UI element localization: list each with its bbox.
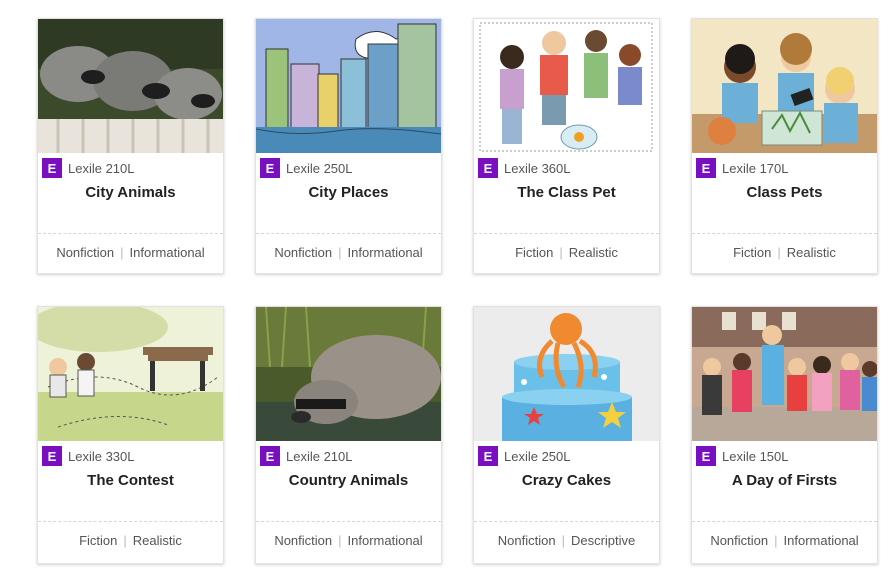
book-tags: Nonfiction | Informational [692, 533, 877, 548]
lexile-level: E Lexile 330L [42, 446, 135, 466]
genre-tag[interactable]: Fiction [733, 245, 771, 260]
genre-tag[interactable]: Nonfiction [56, 245, 114, 260]
genre-tag[interactable]: Nonfiction [498, 533, 556, 548]
genre-tag[interactable]: Fiction [79, 533, 117, 548]
lexile-label: Lexile 330L [68, 448, 135, 464]
book-tags: Nonfiction | Informational [256, 533, 441, 548]
book-tags: Nonfiction | Descriptive [474, 533, 659, 548]
card-divider [256, 233, 441, 234]
book-tags: Fiction | Realistic [38, 533, 223, 548]
book-title[interactable]: Country Animals [256, 472, 441, 489]
book-cover-image[interactable] [692, 19, 877, 153]
level-badge: E [478, 446, 498, 466]
tag-separator: | [123, 533, 127, 548]
type-tag[interactable]: Realistic [569, 245, 618, 260]
genre-tag[interactable]: Fiction [515, 245, 553, 260]
type-tag[interactable]: Realistic [133, 533, 182, 548]
card-divider [692, 521, 877, 522]
book-card[interactable]: E Lexile 360L The Class Pet Fiction | Real… [473, 18, 660, 274]
book-title[interactable]: A Day of Firsts [692, 472, 877, 489]
level-badge: E [696, 446, 716, 466]
book-tags: Fiction | Realistic [474, 245, 659, 260]
card-divider [692, 233, 877, 234]
lexile-level: E Lexile 210L [260, 446, 353, 466]
tag-separator: | [559, 245, 563, 260]
type-tag[interactable]: Informational [348, 533, 423, 548]
book-card[interactable]: E Lexile 330L The Contest Fiction | Realis… [37, 306, 224, 564]
book-cover-image[interactable] [474, 307, 659, 441]
card-divider [474, 521, 659, 522]
tag-separator: | [777, 245, 781, 260]
book-card[interactable]: E Lexile 150L A Day of Firsts Nonfiction… [691, 306, 878, 564]
book-cover-image[interactable] [38, 307, 223, 441]
card-divider [474, 233, 659, 234]
tag-separator: | [338, 533, 342, 548]
lexile-label: Lexile 210L [286, 448, 353, 464]
level-badge: E [260, 446, 280, 466]
lexile-level: E Lexile 210L [42, 158, 135, 178]
book-card[interactable]: E Lexile 250L Crazy Cakes Nonfiction | Des… [473, 306, 660, 564]
book-cover-image[interactable] [474, 19, 659, 153]
book-card[interactable]: E Lexile 250L City Places Nonfiction | Inf… [255, 18, 442, 274]
lexile-level: E Lexile 250L [478, 446, 571, 466]
book-title[interactable]: The Contest [38, 472, 223, 489]
book-title[interactable]: The Class Pet [474, 184, 659, 201]
tag-separator: | [120, 245, 124, 260]
book-title[interactable]: City Places [256, 184, 441, 201]
level-badge: E [42, 446, 62, 466]
card-divider [256, 521, 441, 522]
genre-tag[interactable]: Nonfiction [274, 245, 332, 260]
lexile-level: E Lexile 170L [696, 158, 789, 178]
type-tag[interactable]: Informational [784, 533, 859, 548]
book-cover-image[interactable] [38, 19, 223, 153]
tag-separator: | [561, 533, 565, 548]
book-card[interactable]: E Lexile 210L Country Animals Nonfiction… [255, 306, 442, 564]
level-badge: E [478, 158, 498, 178]
lexile-level: E Lexile 150L [696, 446, 789, 466]
book-tags: Fiction | Realistic [692, 245, 877, 260]
book-title[interactable]: City Animals [38, 184, 223, 201]
genre-tag[interactable]: Nonfiction [274, 533, 332, 548]
book-card[interactable]: E Lexile 210L City Animals Nonfiction | In… [37, 18, 224, 274]
book-card[interactable]: E Lexile 170L Class Pets Fiction | Realist… [691, 18, 878, 274]
level-badge: E [42, 158, 62, 178]
lexile-level: E Lexile 250L [260, 158, 353, 178]
book-title[interactable]: Class Pets [692, 184, 877, 201]
lexile-level: E Lexile 360L [478, 158, 571, 178]
level-badge: E [696, 158, 716, 178]
book-cover-image[interactable] [256, 307, 441, 441]
book-tags: Nonfiction | Informational [38, 245, 223, 260]
book-grid: E Lexile 210L City Animals Nonfiction | In… [37, 18, 879, 576]
type-tag[interactable]: Descriptive [571, 533, 635, 548]
card-divider [38, 233, 223, 234]
book-title[interactable]: Crazy Cakes [474, 472, 659, 489]
book-cover-image[interactable] [692, 307, 877, 441]
lexile-label: Lexile 170L [722, 160, 789, 176]
tag-separator: | [774, 533, 778, 548]
card-divider [38, 521, 223, 522]
type-tag[interactable]: Realistic [787, 245, 836, 260]
lexile-label: Lexile 360L [504, 160, 571, 176]
level-badge: E [260, 158, 280, 178]
type-tag[interactable]: Informational [130, 245, 205, 260]
lexile-label: Lexile 150L [722, 448, 789, 464]
tag-separator: | [338, 245, 342, 260]
lexile-label: Lexile 250L [504, 448, 571, 464]
lexile-label: Lexile 250L [286, 160, 353, 176]
book-cover-image[interactable] [256, 19, 441, 153]
book-tags: Nonfiction | Informational [256, 245, 441, 260]
lexile-label: Lexile 210L [68, 160, 135, 176]
genre-tag[interactable]: Nonfiction [710, 533, 768, 548]
type-tag[interactable]: Informational [348, 245, 423, 260]
